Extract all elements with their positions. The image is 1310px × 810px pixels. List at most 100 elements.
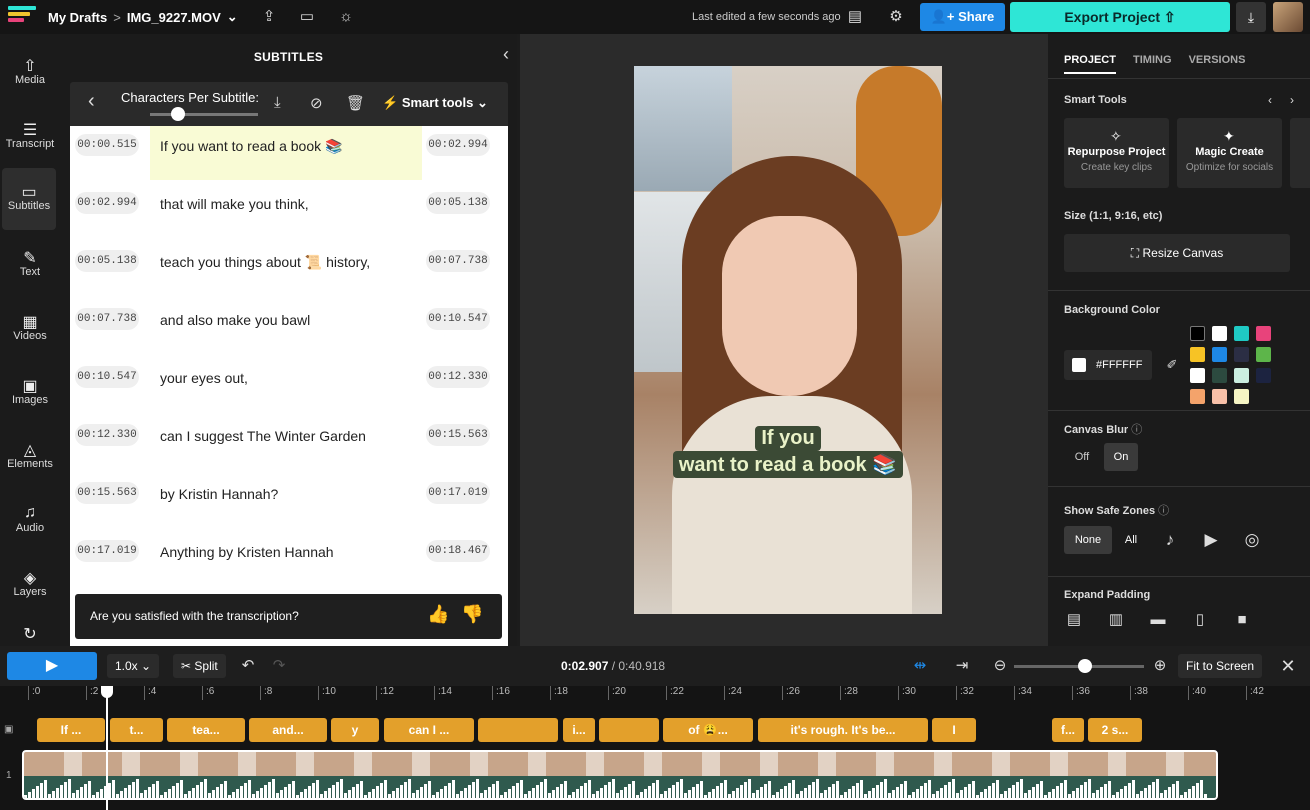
download-icon[interactable]: ⤓ — [1236, 2, 1266, 32]
tab-versions[interactable]: VERSIONS — [1189, 54, 1246, 66]
safe-zone-none[interactable]: None — [1064, 526, 1112, 554]
color-swatch[interactable] — [1256, 347, 1271, 362]
subtitle-row[interactable]: 00:05.138 teach you things about 📜 histor… — [70, 242, 500, 300]
subtitle-box-icon[interactable]: ▭ — [297, 7, 317, 27]
export-project-button[interactable]: Export Project ⇧ — [1010, 2, 1230, 32]
start-time[interactable]: 00:15.563 — [75, 482, 139, 504]
share-button[interactable]: 👤+ Share — [920, 3, 1005, 31]
comment-icon[interactable]: ▤ — [845, 7, 865, 27]
app-logo[interactable] — [8, 6, 36, 26]
fit-to-screen-button[interactable]: Fit to Screen — [1178, 654, 1263, 678]
youtube-icon[interactable]: ▶ — [1201, 530, 1221, 550]
play-button[interactable]: ▶ — [7, 652, 97, 680]
breadcrumb-drafts[interactable]: My Drafts — [48, 10, 107, 25]
zoom-in-icon[interactable]: ⊕ — [1150, 656, 1170, 676]
end-time[interactable]: 00:18.467 — [426, 540, 490, 562]
zoom-out-icon[interactable]: ⊖ — [990, 656, 1010, 676]
split-button[interactable]: ✂ Split — [173, 654, 226, 678]
caption-clip[interactable]: of 😩... — [663, 718, 753, 742]
color-swatch[interactable] — [1234, 389, 1249, 404]
end-time[interactable]: 00:05.138 — [426, 192, 490, 214]
hide-eye-icon[interactable]: ⊘ — [310, 94, 323, 112]
subtitle-row[interactable]: 00:10.547 your eyes out, 00:12.330 — [70, 358, 500, 416]
caption-clip[interactable]: t... — [110, 718, 163, 742]
back-arrow-icon[interactable]: ‹ — [88, 90, 95, 113]
caption-clip[interactable]: i... — [563, 718, 595, 742]
padding-sides-icon[interactable]: ▥ — [1106, 610, 1126, 630]
end-time[interactable]: 00:10.547 — [426, 308, 490, 330]
safe-zone-all[interactable]: All — [1116, 526, 1146, 554]
subtitle-text[interactable]: Anything by Kristen Hannah — [150, 532, 422, 586]
chevron-down-icon[interactable]: ⌄ — [227, 9, 238, 25]
gear-icon[interactable]: ⚙ — [886, 7, 906, 27]
tiktok-icon[interactable]: ♪ — [1160, 530, 1180, 550]
help-icon[interactable]: ⓘ — [1158, 505, 1169, 517]
magic-create-card[interactable]: ✦ Magic Create Optimize for socials — [1177, 118, 1282, 188]
start-time[interactable]: 00:00.515 — [75, 134, 139, 156]
slider-handle[interactable] — [171, 107, 185, 121]
start-time[interactable]: 00:07.738 — [75, 308, 139, 330]
chevron-right-icon[interactable]: › — [1282, 90, 1302, 110]
subtitle-row[interactable]: 00:00.515 If you want to read a book 📚 00:… — [70, 126, 500, 184]
repurpose-project-card[interactable]: ✧ Repurpose Project Create key clips — [1064, 118, 1169, 188]
caption-clip[interactable]: and... — [249, 718, 327, 742]
sidebar-item-elements[interactable]: ◬ Elements — [0, 426, 60, 486]
download-icon[interactable]: ⤓ — [274, 94, 281, 111]
playhead[interactable] — [101, 686, 113, 810]
collapse-panel-icon[interactable]: ‹ — [503, 44, 509, 65]
background-color-field[interactable]: #FFFFFF — [1064, 350, 1152, 380]
sidebar-item-media[interactable]: ⇧ Media — [0, 42, 60, 102]
video-caption[interactable]: If you want to read a book 📚 — [634, 426, 942, 478]
padding-top-bottom-icon[interactable]: ▤ — [1064, 610, 1084, 630]
padding-left-icon[interactable]: ▯ — [1190, 610, 1210, 630]
padding-bottom-icon[interactable]: ▬ — [1148, 610, 1168, 630]
sidebar-item-subtitles[interactable]: ▭ Subtitles — [2, 168, 56, 230]
lightbulb-icon[interactable]: ☼ — [336, 7, 356, 27]
end-time[interactable]: 00:15.563 — [426, 424, 490, 446]
zoom-slider[interactable] — [1014, 659, 1144, 673]
fit-arrows-icon[interactable]: ⇥ — [952, 656, 972, 676]
caption-clip[interactable]: y — [331, 718, 379, 742]
sidebar-item-audio[interactable]: ♫ Audio — [0, 490, 60, 550]
color-swatch[interactable] — [1212, 347, 1227, 362]
end-time[interactable]: 00:17.019 — [426, 482, 490, 504]
subtitle-text[interactable]: If you want to read a book 📚 — [150, 126, 422, 180]
color-swatch[interactable] — [1234, 347, 1249, 362]
snap-icon[interactable]: ⇹ — [910, 656, 930, 676]
color-swatch[interactable] — [1234, 368, 1249, 383]
color-swatch[interactable] — [1190, 368, 1205, 383]
end-time[interactable]: 00:02.994 — [426, 134, 490, 156]
sidebar-item-images[interactable]: ▣ Images — [0, 362, 60, 422]
tab-project[interactable]: PROJECT — [1064, 54, 1116, 74]
blur-on-toggle[interactable]: On — [1104, 443, 1138, 471]
caption-clip[interactable]: If ... — [37, 718, 105, 742]
caption-clip[interactable]: it's rough. It's be... — [758, 718, 928, 742]
start-time[interactable]: 00:02.994 — [75, 192, 139, 214]
start-time[interactable]: 00:12.330 — [75, 424, 139, 446]
more-tools-card[interactable]: V — [1290, 118, 1310, 188]
upload-icon[interactable]: ⇪ — [259, 7, 279, 27]
end-time[interactable]: 00:12.330 — [426, 366, 490, 388]
speed-select[interactable]: 1.0x ⌄ — [107, 654, 160, 678]
help-icon[interactable]: ⓘ — [1131, 424, 1142, 436]
sidebar-item-videos[interactable]: ▦ Videos — [0, 298, 60, 358]
sidebar-item-text[interactable]: ✎ Text — [0, 234, 60, 294]
undo-icon[interactable]: ↶ — [238, 656, 258, 676]
subtitle-text[interactable]: by Kristin Hannah? — [150, 474, 422, 528]
chevron-left-icon[interactable]: ‹ — [1260, 90, 1280, 110]
timeline[interactable]: :0:2:4:6:8:10:12:14:16:18:20:22:24:26:28… — [0, 686, 1310, 810]
resize-canvas-button[interactable]: ⛶ Resize Canvas — [1064, 234, 1290, 272]
subtitle-text[interactable]: your eyes out, — [150, 358, 422, 412]
caption-clip[interactable] — [599, 718, 659, 742]
trash-icon[interactable]: 🗑 — [346, 94, 365, 112]
subtitle-row[interactable]: 00:15.563 by Kristin Hannah? 00:17.019 — [70, 474, 500, 532]
eyedropper-icon[interactable]: ✐ — [1162, 355, 1182, 375]
color-swatch[interactable] — [1190, 389, 1205, 404]
video-preview[interactable]: If you want to read a book 📚 — [634, 66, 942, 614]
color-swatch[interactable] — [1256, 326, 1271, 341]
sidebar-item-layers[interactable]: ◈ Layers — [0, 554, 60, 614]
color-swatch[interactable] — [1256, 368, 1271, 383]
tab-timing[interactable]: TIMING — [1133, 54, 1172, 66]
caption-clip[interactable] — [478, 718, 558, 742]
caption-clip[interactable]: f... — [1052, 718, 1084, 742]
